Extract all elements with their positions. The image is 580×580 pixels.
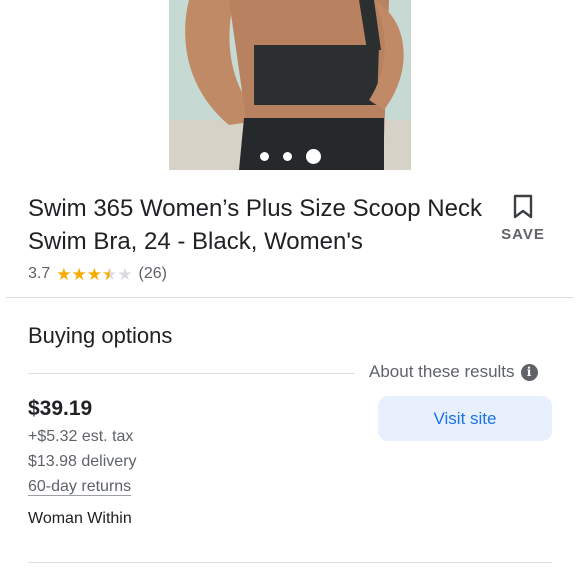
review-count: (26) [138, 265, 167, 282]
about-results-label: About these results [369, 362, 515, 381]
visit-site-button[interactable]: Visit site [378, 396, 552, 441]
rating-row[interactable]: 3.7 ★ ★ ★ ★ ★ (26) [28, 265, 167, 283]
star-icon: ★ [86, 264, 102, 284]
offer-tax: +$5.32 est. tax [28, 428, 134, 445]
product-photo [169, 0, 411, 170]
rating-score: 3.7 [28, 265, 51, 282]
offer-delivery: $13.98 delivery [28, 453, 137, 470]
carousel-dot-1[interactable] [259, 152, 269, 161]
star-icon: ★ [71, 264, 87, 284]
divider [6, 297, 574, 298]
carousel-dot-2[interactable] [282, 152, 292, 161]
star-icon: ★ [56, 264, 72, 284]
save-label: SAVE [501, 226, 545, 243]
star-empty-icon: ★ [117, 264, 133, 284]
divider [28, 373, 355, 374]
carousel-dots [169, 149, 411, 164]
bookmark-icon [513, 194, 533, 219]
divider [28, 562, 552, 563]
star-rating: ★ ★ ★ ★ ★ [56, 266, 132, 283]
seller-name: Woman Within [28, 510, 132, 527]
save-button[interactable]: SAVE [498, 194, 548, 252]
carousel-dot-3[interactable] [305, 149, 321, 164]
offer-price: $39.19 [28, 397, 93, 420]
info-icon: i [520, 363, 538, 381]
returns-link[interactable]: 60-day returns [28, 478, 131, 496]
buying-options-heading: Buying options [28, 323, 173, 348]
star-half-icon: ★ [102, 264, 118, 284]
about-results-link[interactable]: About these results i [369, 362, 538, 382]
product-image[interactable] [169, 0, 411, 170]
product-title: Swim 365 Women’s Plus Size Scoop Neck Sw… [28, 195, 482, 255]
